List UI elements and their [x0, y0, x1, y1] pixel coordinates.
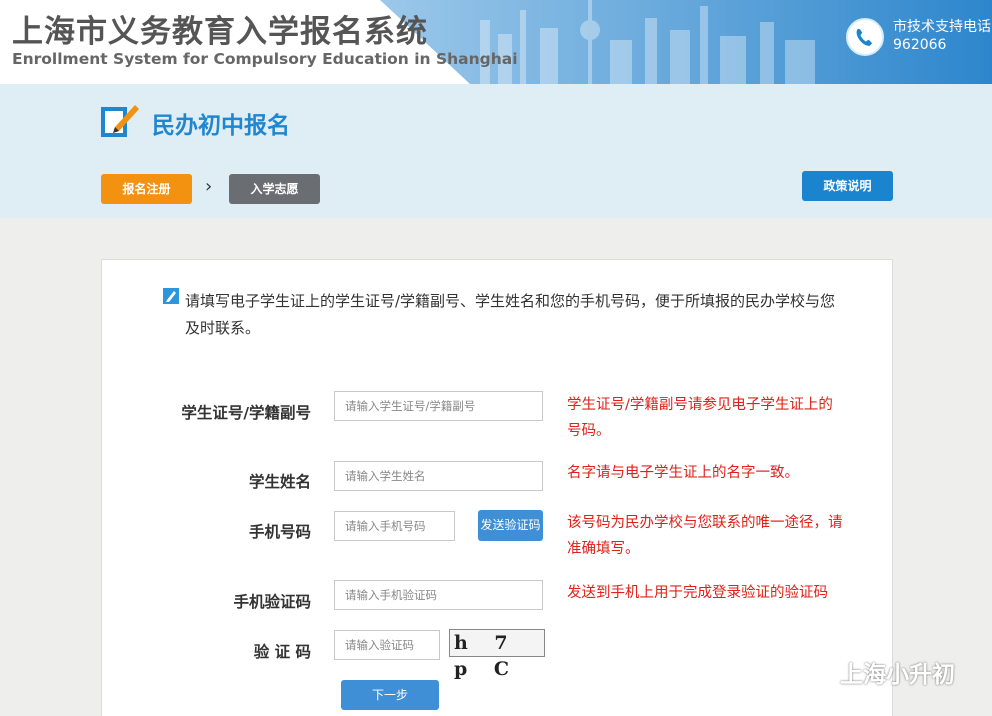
support-phone-label: 市技术支持电话	[893, 19, 991, 35]
label-student-name: 学生姓名	[248, 473, 311, 491]
captcha-image[interactable]: h 7 p C	[449, 629, 545, 680]
policy-button[interactable]: 政策说明	[802, 171, 893, 201]
notice-text: 请填写电子学生证上的学生证号/学籍副号、学生姓名和您的手机号码，便于所填报的民办…	[185, 292, 836, 337]
support-phone-number: 962066	[893, 37, 947, 53]
next-step-button[interactable]: 下一步	[341, 680, 439, 710]
step-register[interactable]: 报名注册	[101, 174, 192, 204]
student-name-input[interactable]	[334, 461, 543, 491]
label-sms-code: 手机验证码	[233, 593, 311, 611]
step-preferences[interactable]: 入学志愿	[229, 174, 320, 204]
captcha-input[interactable]	[334, 630, 440, 660]
hint-student-name: 名字请与电子学生证上的名字一致。	[567, 465, 799, 481]
student-id-input[interactable]	[334, 391, 543, 421]
hint-phone: 该号码为民办学校与您联系的唯一途径，请准确填写。	[567, 515, 843, 557]
label-captcha: 验 证 码	[253, 643, 311, 661]
wechat-icon	[808, 660, 834, 686]
phone-icon	[846, 18, 884, 56]
site-header: 上海市义务教育入学报名系统 Enrollment System for Comp…	[0, 0, 992, 84]
site-title: 上海市义务教育入学报名系统	[12, 14, 428, 50]
send-code-button[interactable]: 发送验证码	[478, 510, 543, 541]
hint-sms-code: 发送到手机上用于完成登录验证的验证码	[567, 585, 828, 601]
label-student-id: 学生证号/学籍副号	[181, 404, 311, 422]
hint-student-id: 学生证号/学籍副号请参见电子学生证上的号码。	[567, 397, 833, 439]
page-title: 民办初中报名	[152, 113, 290, 139]
edit-icon	[163, 288, 179, 304]
sms-code-input[interactable]	[334, 580, 543, 610]
watermark-text: 上海小升初	[840, 662, 955, 688]
chevron-right-icon: ›	[205, 176, 213, 197]
label-phone: 手机号码	[248, 523, 311, 541]
phone-input[interactable]	[334, 511, 455, 541]
site-subtitle: Enrollment System for Compulsory Educati…	[12, 50, 518, 68]
edit-document-icon	[101, 101, 141, 137]
